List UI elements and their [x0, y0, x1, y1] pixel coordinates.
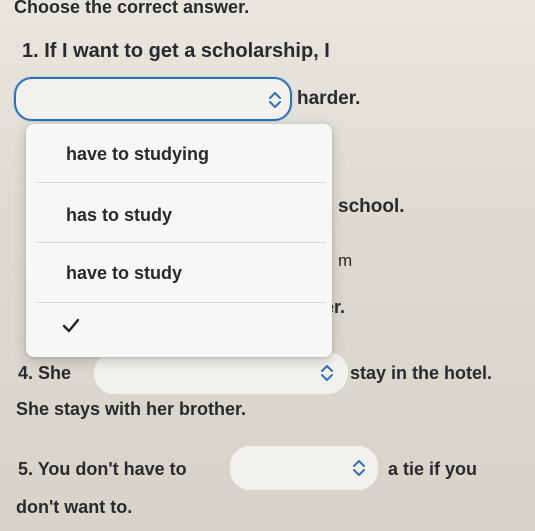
q1-answer-select[interactable]	[14, 77, 292, 121]
q1-dropdown-list: have to studying has to study have to st…	[26, 124, 332, 357]
dropdown-option[interactable]: has to study	[26, 183, 332, 241]
q1-prompt: 1. If I want to get a scholarship, I	[22, 40, 330, 62]
hidden-fragment-school: school.	[338, 196, 405, 217]
q5-after-text: a tie if you	[388, 459, 478, 479]
option-label: has to study	[66, 205, 173, 225]
q4-prompt: 4. She	[18, 363, 72, 383]
check-icon	[62, 318, 80, 333]
q5-prompt: 5. You don't have to	[18, 459, 187, 479]
worksheet-page: Choose the correct answer. 1. If I want …	[0, 0, 535, 531]
hidden-fragment-m: m	[338, 251, 353, 270]
up-down-chevron-icon	[269, 92, 281, 108]
q4-context: She stays with her brother.	[16, 399, 247, 419]
q1-after-text: harder.	[297, 88, 361, 109]
q4-answer-select[interactable]	[94, 352, 348, 394]
option-label: have to studying	[66, 144, 210, 164]
dropdown-option[interactable]: have to studying	[26, 124, 332, 182]
q5-answer-select[interactable]	[230, 446, 378, 490]
dropdown-option[interactable]: have to study	[26, 243, 332, 301]
up-down-chevron-icon	[321, 365, 333, 381]
q4-after-text: stay in the hotel.	[350, 363, 493, 383]
option-label: have to study	[66, 263, 183, 283]
q5-line2: don't want to.	[16, 497, 133, 517]
instruction-heading: Choose the correct answer.	[14, 0, 250, 17]
up-down-chevron-icon	[353, 460, 365, 476]
